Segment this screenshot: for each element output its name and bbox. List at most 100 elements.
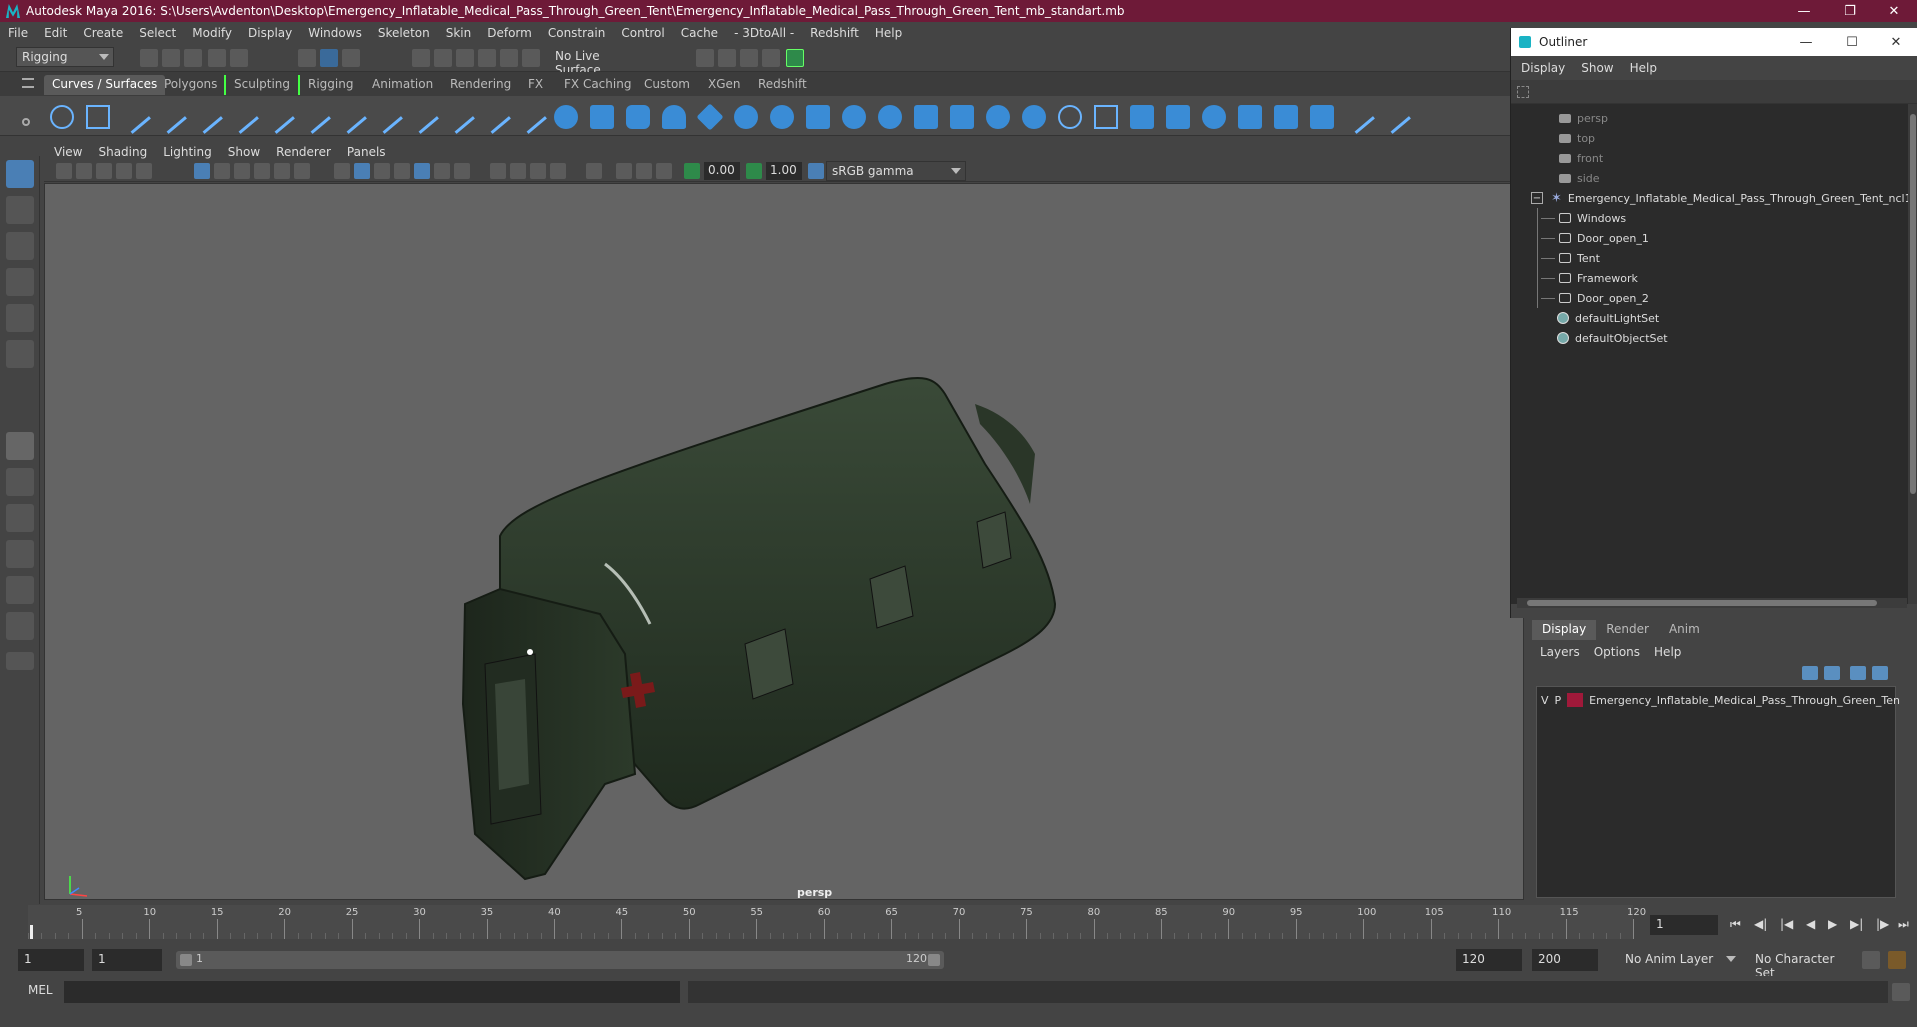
tab-display-layers[interactable]: Display (1532, 620, 1597, 640)
gamma-field[interactable]: 1.00 (766, 162, 802, 180)
menu-file[interactable]: File (8, 26, 28, 40)
time-ruler[interactable]: 5 10 15 20 25 30 35 40 45 50 55 60 65 70 75 80 85 90 95 100… (28, 905, 1646, 939)
open-scene-icon[interactable] (162, 49, 180, 67)
viewport-menu-lighting[interactable]: Lighting (163, 145, 212, 159)
outliner-menu-help[interactable]: Help (1630, 61, 1657, 75)
xray-joints-icon[interactable] (616, 163, 632, 179)
close-icon[interactable]: ✕ (1871, 0, 1917, 22)
extrude-icon[interactable] (878, 105, 902, 129)
align-surfaces-icon[interactable] (1310, 105, 1334, 129)
select-hierarchy-icon[interactable] (298, 49, 316, 67)
cv-curve-icon[interactable] (117, 100, 151, 134)
tab-fx-caching[interactable]: FX Caching (556, 75, 639, 95)
auto-key-icon[interactable] (1862, 951, 1880, 969)
snap-curve-icon[interactable] (434, 49, 452, 67)
menu-control[interactable]: Control (621, 26, 664, 40)
outliner-horizontal-scrollbar[interactable] (1517, 598, 1907, 608)
outliner-item-default-light-set[interactable]: defaultLightSet (1557, 308, 1659, 328)
playback-end-field[interactable]: 120 (1456, 949, 1522, 971)
playback-start-field[interactable]: 1 (92, 949, 162, 971)
outliner-item-default-object-set[interactable]: defaultObjectSet (1557, 328, 1668, 348)
outliner-item-front[interactable]: front (1559, 148, 1603, 168)
layer-row[interactable]: V P Emergency_Inflatable_Medical_Pass_Th… (1541, 691, 1900, 709)
range-start-handle[interactable] (180, 954, 192, 966)
detach-surfaces-icon[interactable] (1274, 105, 1298, 129)
square-surface-icon[interactable] (986, 105, 1010, 129)
tab-xgen[interactable]: XGen (700, 75, 749, 95)
outliner-maximize-icon[interactable]: ☐ (1829, 28, 1875, 56)
move-layer-up-icon[interactable] (1802, 666, 1818, 680)
menu-3dtoall[interactable]: - 3DtoAll - (734, 26, 794, 40)
minimize-icon[interactable]: — (1781, 0, 1827, 22)
project-curve-icon[interactable] (1058, 105, 1082, 129)
bookmark-icon[interactable] (96, 163, 112, 179)
render-settings-icon[interactable] (762, 49, 780, 67)
filter-icon[interactable] (1517, 86, 1529, 98)
perspective-viewport[interactable]: persp (44, 183, 1524, 900)
outliner-item-side[interactable]: side (1559, 168, 1600, 188)
menu-set-dropdown[interactable]: Rigging (16, 47, 114, 67)
intersect-icon[interactable] (1094, 105, 1118, 129)
nurbs-torus-icon[interactable] (734, 105, 758, 129)
snap-grid-icon[interactable] (412, 49, 430, 67)
end-time-field[interactable]: 200 (1532, 949, 1598, 971)
new-layer-icon[interactable] (1850, 666, 1866, 680)
use-all-lights-icon[interactable] (414, 163, 430, 179)
menu-display[interactable]: Display (248, 26, 292, 40)
live-surface-field[interactable]: No Live Surface (550, 47, 650, 77)
rotate-tool-icon[interactable] (6, 304, 34, 332)
single-perspective-layout-icon[interactable] (6, 432, 34, 460)
outliner-item-framework[interactable]: Framework (1541, 268, 1638, 288)
snap-view-icon[interactable] (478, 49, 496, 67)
bezier-curve-icon[interactable] (261, 100, 295, 134)
go-to-end-icon[interactable]: ⏭ (1898, 917, 1912, 931)
nurbs-cube-icon[interactable] (590, 105, 614, 129)
rebuild-curve-icon[interactable] (477, 100, 511, 134)
2d-pan-zoom-icon[interactable] (136, 163, 152, 179)
start-time-field[interactable]: 1 (18, 949, 84, 971)
ipr-render-icon[interactable] (740, 49, 758, 67)
tab-custom[interactable]: Custom (636, 75, 698, 95)
textured-icon[interactable] (394, 163, 410, 179)
wireframe-on-shaded-icon[interactable] (374, 163, 390, 179)
nurbs-circle-icon[interactable] (50, 105, 74, 129)
outliner-close-icon[interactable]: ✕ (1873, 28, 1917, 56)
resolution-gate-icon[interactable] (234, 163, 250, 179)
menu-modify[interactable]: Modify (192, 26, 232, 40)
tab-animation[interactable]: Animation (364, 75, 441, 95)
hypershade-icon[interactable] (786, 49, 804, 67)
persp-graph-layout-icon[interactable] (6, 540, 34, 568)
outliner-item-door-open-2[interactable]: Door_open_2 (1541, 288, 1649, 308)
smooth-shade-icon[interactable] (354, 163, 370, 179)
pencil-curve-icon[interactable] (189, 100, 223, 134)
current-frame-field[interactable]: 1 (1650, 915, 1718, 935)
current-time-indicator[interactable] (30, 925, 33, 939)
outliner-item-root[interactable]: − ✶ Emergency_Inflatable_Medical_Pass_Th… (1531, 188, 1917, 208)
bevel-plus-icon[interactable] (1022, 105, 1046, 129)
tab-rendering[interactable]: Rendering (442, 75, 519, 95)
outliner-item-door-open-1[interactable]: Door_open_1 (1541, 228, 1649, 248)
save-scene-icon[interactable] (184, 49, 202, 67)
planar-icon[interactable] (842, 105, 866, 129)
select-component-icon[interactable] (342, 49, 360, 67)
xray-components-icon[interactable] (636, 163, 652, 179)
step-back-frame-icon[interactable]: ◀| (1754, 917, 1768, 931)
arc-tool-icon[interactable] (225, 100, 259, 134)
time-slider[interactable]: 5 10 15 20 25 30 35 40 45 50 55 60 65 70 75 80 85 90 95 100… (0, 905, 1917, 945)
paint-select-icon[interactable] (6, 232, 34, 260)
new-layer-selected-icon[interactable] (1872, 666, 1888, 680)
shadows-icon[interactable] (434, 163, 450, 179)
play-forward-icon[interactable]: ▶ (1828, 917, 1842, 931)
menu-help[interactable]: Help (875, 26, 902, 40)
grid-toggle-icon[interactable] (194, 163, 210, 179)
anim-layer-dropdown[interactable]: No Anim Layer (1620, 950, 1740, 970)
viewport-menu-show[interactable]: Show (228, 145, 260, 159)
exposure-toggle-icon[interactable] (684, 163, 700, 179)
extend-curve-icon[interactable] (405, 100, 439, 134)
snap-surface-icon[interactable] (500, 49, 518, 67)
animation-preferences-icon[interactable] (1888, 951, 1906, 969)
surface-editing-icon[interactable] (1377, 100, 1411, 134)
camera-attributes-icon[interactable] (76, 163, 92, 179)
image-plane-icon[interactable] (116, 163, 132, 179)
render-view-icon[interactable] (696, 49, 714, 67)
